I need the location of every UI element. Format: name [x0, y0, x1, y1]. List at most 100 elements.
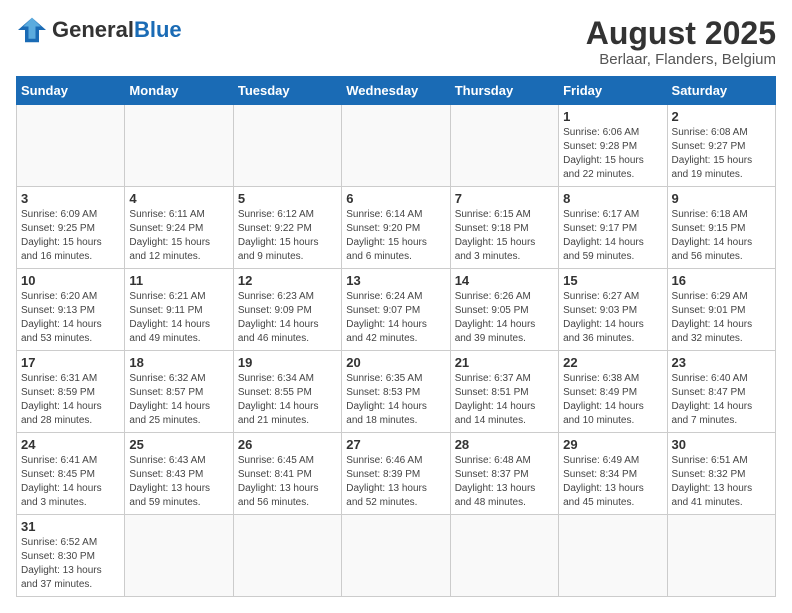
- header-cell-tuesday: Tuesday: [233, 77, 341, 105]
- day-info: Sunrise: 6:18 AM Sunset: 9:15 PM Dayligh…: [672, 208, 771, 264]
- day-number: 24: [21, 437, 120, 452]
- day-info: Sunrise: 6:27 AM Sunset: 9:03 PM Dayligh…: [563, 290, 662, 346]
- day-cell: [17, 105, 125, 187]
- day-info: Sunrise: 6:32 AM Sunset: 8:57 PM Dayligh…: [129, 372, 228, 428]
- day-cell: 27 Sunrise: 6:46 AM Sunset: 8:39 PM Dayli…: [342, 433, 450, 515]
- day-cell: 20 Sunrise: 6:35 AM Sunset: 8:53 PM Dayli…: [342, 351, 450, 433]
- week-row-4: 24 Sunrise: 6:41 AM Sunset: 8:45 PM Dayli…: [17, 433, 776, 515]
- day-number: 2: [672, 109, 771, 124]
- day-number: 4: [129, 191, 228, 206]
- calendar-table: SundayMondayTuesdayWednesdayThursdayFrid…: [16, 76, 776, 597]
- header-cell-monday: Monday: [125, 77, 233, 105]
- day-number: 16: [672, 273, 771, 288]
- day-number: 14: [455, 273, 554, 288]
- day-number: 30: [672, 437, 771, 452]
- day-number: 7: [455, 191, 554, 206]
- calendar-title: August 2025: [586, 16, 776, 51]
- day-info: Sunrise: 6:38 AM Sunset: 8:49 PM Dayligh…: [563, 372, 662, 428]
- day-cell: [233, 105, 341, 187]
- calendar-header: SundayMondayTuesdayWednesdayThursdayFrid…: [17, 77, 776, 105]
- day-cell: 25 Sunrise: 6:43 AM Sunset: 8:43 PM Dayli…: [125, 433, 233, 515]
- day-number: 27: [346, 437, 445, 452]
- day-info: Sunrise: 6:52 AM Sunset: 8:30 PM Dayligh…: [21, 536, 120, 592]
- day-number: 15: [563, 273, 662, 288]
- day-cell: 6Sunrise: 6:14 AM Sunset: 9:20 PM Daylig…: [342, 187, 450, 269]
- day-cell: 22 Sunrise: 6:38 AM Sunset: 8:49 PM Dayli…: [559, 351, 667, 433]
- day-info: Sunrise: 6:15 AM Sunset: 9:18 PM Dayligh…: [455, 208, 554, 264]
- day-info: Sunrise: 6:09 AM Sunset: 9:25 PM Dayligh…: [21, 208, 120, 264]
- day-info: Sunrise: 6:29 AM Sunset: 9:01 PM Dayligh…: [672, 290, 771, 346]
- week-row-3: 17 Sunrise: 6:31 AM Sunset: 8:59 PM Dayli…: [17, 351, 776, 433]
- header-cell-saturday: Saturday: [667, 77, 775, 105]
- day-number: 19: [238, 355, 337, 370]
- day-cell: 4 Sunrise: 6:11 AM Sunset: 9:24 PM Daylig…: [125, 187, 233, 269]
- day-info: Sunrise: 6:21 AM Sunset: 9:11 PM Dayligh…: [129, 290, 228, 346]
- day-cell: 23 Sunrise: 6:40 AM Sunset: 8:47 PM Dayli…: [667, 351, 775, 433]
- day-cell: [125, 105, 233, 187]
- day-info: Sunrise: 6:37 AM Sunset: 8:51 PM Dayligh…: [455, 372, 554, 428]
- day-info: Sunrise: 6:26 AM Sunset: 9:05 PM Dayligh…: [455, 290, 554, 346]
- day-cell: 10 Sunrise: 6:20 AM Sunset: 9:13 PM Dayli…: [17, 269, 125, 351]
- day-cell: [450, 515, 558, 597]
- day-info: Sunrise: 6:43 AM Sunset: 8:43 PM Dayligh…: [129, 454, 228, 510]
- day-cell: 31Sunrise: 6:52 AM Sunset: 8:30 PM Dayli…: [17, 515, 125, 597]
- week-row-1: 3 Sunrise: 6:09 AM Sunset: 9:25 PM Daylig…: [17, 187, 776, 269]
- day-info: Sunrise: 6:35 AM Sunset: 8:53 PM Dayligh…: [346, 372, 445, 428]
- day-number: 23: [672, 355, 771, 370]
- day-cell: 18 Sunrise: 6:32 AM Sunset: 8:57 PM Dayli…: [125, 351, 233, 433]
- day-number: 26: [238, 437, 337, 452]
- day-cell: 16 Sunrise: 6:29 AM Sunset: 9:01 PM Dayli…: [667, 269, 775, 351]
- day-cell: 19 Sunrise: 6:34 AM Sunset: 8:55 PM Dayli…: [233, 351, 341, 433]
- day-cell: 24 Sunrise: 6:41 AM Sunset: 8:45 PM Dayli…: [17, 433, 125, 515]
- day-number: 10: [21, 273, 120, 288]
- day-info: Sunrise: 6:11 AM Sunset: 9:24 PM Dayligh…: [129, 208, 228, 264]
- day-cell: 26Sunrise: 6:45 AM Sunset: 8:41 PM Dayli…: [233, 433, 341, 515]
- header-row: SundayMondayTuesdayWednesdayThursdayFrid…: [17, 77, 776, 105]
- day-number: 8: [563, 191, 662, 206]
- day-cell: 29Sunrise: 6:49 AM Sunset: 8:34 PM Dayli…: [559, 433, 667, 515]
- day-info: Sunrise: 6:34 AM Sunset: 8:55 PM Dayligh…: [238, 372, 337, 428]
- day-number: 5: [238, 191, 337, 206]
- header-cell-friday: Friday: [559, 77, 667, 105]
- day-cell: 30 Sunrise: 6:51 AM Sunset: 8:32 PM Dayli…: [667, 433, 775, 515]
- day-number: 29: [563, 437, 662, 452]
- day-number: 3: [21, 191, 120, 206]
- header-cell-wednesday: Wednesday: [342, 77, 450, 105]
- day-cell: 28Sunrise: 6:48 AM Sunset: 8:37 PM Dayli…: [450, 433, 558, 515]
- day-info: Sunrise: 6:46 AM Sunset: 8:39 PM Dayligh…: [346, 454, 445, 510]
- day-cell: 21 Sunrise: 6:37 AM Sunset: 8:51 PM Dayli…: [450, 351, 558, 433]
- day-cell: [342, 515, 450, 597]
- day-cell: [450, 105, 558, 187]
- day-number: 20: [346, 355, 445, 370]
- day-info: Sunrise: 6:23 AM Sunset: 9:09 PM Dayligh…: [238, 290, 337, 346]
- day-info: Sunrise: 6:31 AM Sunset: 8:59 PM Dayligh…: [21, 372, 120, 428]
- week-row-0: 1Sunrise: 6:06 AM Sunset: 9:28 PM Daylig…: [17, 105, 776, 187]
- day-number: 13: [346, 273, 445, 288]
- day-info: Sunrise: 6:17 AM Sunset: 9:17 PM Dayligh…: [563, 208, 662, 264]
- day-number: 9: [672, 191, 771, 206]
- day-cell: 15 Sunrise: 6:27 AM Sunset: 9:03 PM Dayli…: [559, 269, 667, 351]
- day-cell: [559, 515, 667, 597]
- day-number: 21: [455, 355, 554, 370]
- day-number: 6: [346, 191, 445, 206]
- day-info: Sunrise: 6:06 AM Sunset: 9:28 PM Dayligh…: [563, 126, 662, 182]
- day-number: 22: [563, 355, 662, 370]
- day-info: Sunrise: 6:20 AM Sunset: 9:13 PM Dayligh…: [21, 290, 120, 346]
- day-cell: 1Sunrise: 6:06 AM Sunset: 9:28 PM Daylig…: [559, 105, 667, 187]
- week-row-5: 31Sunrise: 6:52 AM Sunset: 8:30 PM Dayli…: [17, 515, 776, 597]
- day-cell: 9 Sunrise: 6:18 AM Sunset: 9:15 PM Daylig…: [667, 187, 775, 269]
- day-info: Sunrise: 6:51 AM Sunset: 8:32 PM Dayligh…: [672, 454, 771, 510]
- logo-blue-text: Blue: [134, 17, 182, 42]
- day-number: 12: [238, 273, 337, 288]
- day-info: Sunrise: 6:12 AM Sunset: 9:22 PM Dayligh…: [238, 208, 337, 264]
- day-info: Sunrise: 6:08 AM Sunset: 9:27 PM Dayligh…: [672, 126, 771, 182]
- day-info: Sunrise: 6:40 AM Sunset: 8:47 PM Dayligh…: [672, 372, 771, 428]
- week-row-2: 10 Sunrise: 6:20 AM Sunset: 9:13 PM Dayli…: [17, 269, 776, 351]
- day-number: 17: [21, 355, 120, 370]
- day-cell: 2 Sunrise: 6:08 AM Sunset: 9:27 PM Daylig…: [667, 105, 775, 187]
- day-number: 18: [129, 355, 228, 370]
- day-cell: [342, 105, 450, 187]
- day-cell: 11Sunrise: 6:21 AM Sunset: 9:11 PM Dayli…: [125, 269, 233, 351]
- day-number: 25: [129, 437, 228, 452]
- day-info: Sunrise: 6:41 AM Sunset: 8:45 PM Dayligh…: [21, 454, 120, 510]
